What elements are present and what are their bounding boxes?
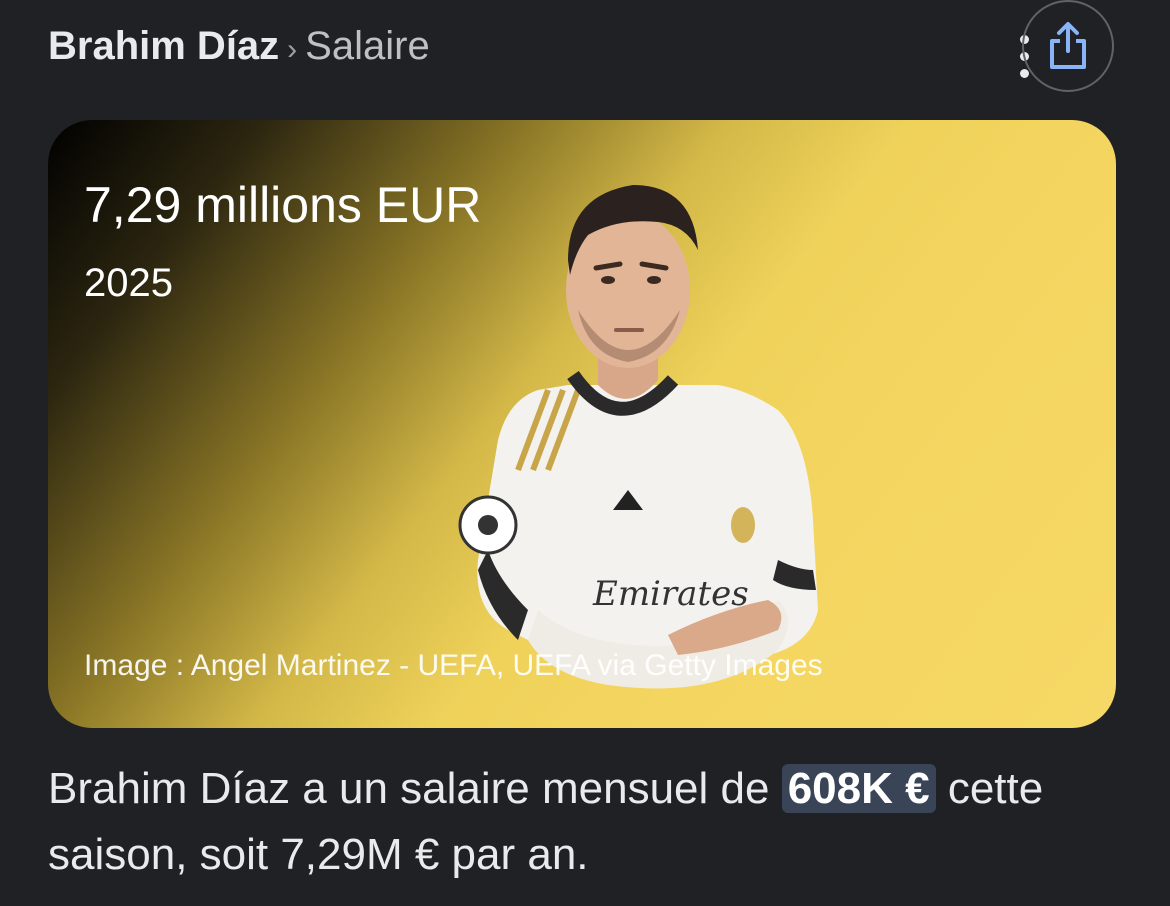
more-vert-icon-dot [1019, 68, 1029, 78]
monthly-salary-highlight: 608K € [781, 764, 936, 813]
jersey-sponsor-text: Emirates [592, 574, 749, 614]
description-prefix: Brahim Díaz a un salaire mensuel de [48, 764, 782, 813]
salary-value: 7,29 millions EUR [84, 177, 482, 233]
breadcrumb-salary: Salaire [305, 24, 430, 68]
share-icon [1050, 22, 1086, 69]
salary-card[interactable]: Emirates 7,29 millions EUR 2025 Image : … [48, 120, 1116, 728]
header: Brahim Díaz › Salaire [48, 0, 1116, 94]
salary-year: 2025 [84, 261, 173, 305]
breadcrumb-separator: › [287, 33, 298, 66]
salary-description: Brahim Díaz a un salaire mensuel de 608K… [48, 756, 1108, 888]
breadcrumb: Brahim Díaz › Salaire [48, 22, 430, 74]
image-credit: Image : Angel Martinez - UEFA, UEFA via … [84, 649, 823, 682]
breadcrumb-player[interactable]: Brahim Díaz [48, 24, 279, 68]
share-button[interactable] [1022, 0, 1114, 92]
